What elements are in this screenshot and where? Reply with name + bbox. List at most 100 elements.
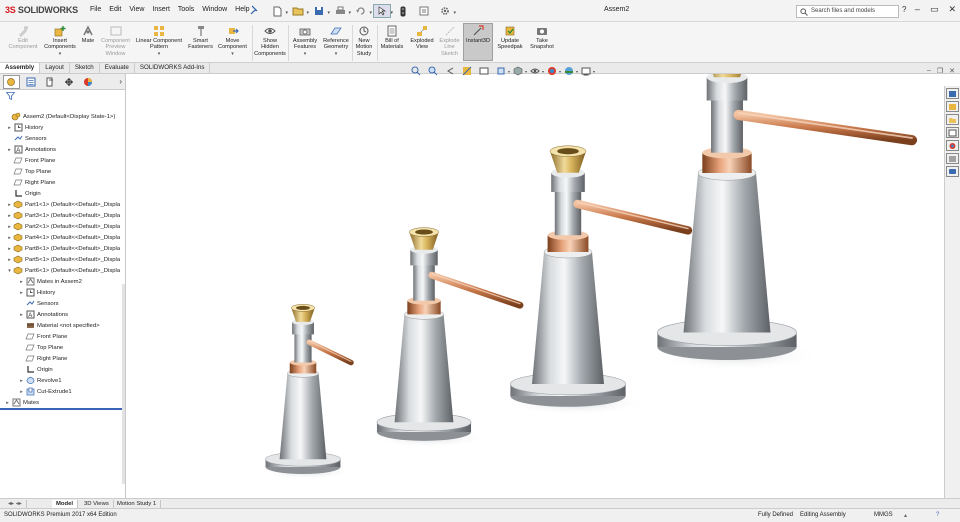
minimize-icon[interactable]: – (915, 4, 920, 15)
new-document-icon[interactable]: ▾ (268, 4, 288, 18)
take-snapshot-button[interactable]: Take Snapshot (527, 24, 557, 51)
expand-arrow-icon[interactable]: ▸ (6, 147, 13, 153)
tree-item[interactable]: ▸ Part3<1> (Default<<Default>_Displa (0, 210, 126, 221)
viewport-restore-icon[interactable]: ❐ (937, 67, 943, 75)
move-component-button[interactable]: Move Component ▾ (216, 24, 249, 57)
tree-item[interactable]: Top Plane (0, 166, 126, 177)
pin-menu-icon[interactable] (249, 5, 259, 15)
tree-item[interactable]: Right Plane (0, 177, 126, 188)
edit-component-button[interactable]: Edit Component (6, 24, 40, 51)
expand-arrow-icon[interactable]: ▸ (18, 378, 25, 384)
tree-item[interactable]: ▸ Cut-Extrude1 (0, 386, 126, 397)
display-manager-tab[interactable] (79, 75, 96, 89)
jack-model-2[interactable] (371, 227, 524, 448)
view-palette-icon[interactable] (946, 127, 959, 138)
tree-item[interactable]: ▸ History (0, 287, 126, 298)
tab-3d-views[interactable]: 3D Views (80, 500, 114, 508)
tree-item[interactable]: ▸ Part1<1> (Default<<Default>_Displa (0, 199, 126, 210)
zoom-to-fit-icon[interactable] (410, 66, 422, 76)
solidworks-resources-icon[interactable] (946, 88, 959, 99)
graphics-area[interactable] (126, 44, 944, 498)
tree-item[interactable]: ▸ Part4<1> (Default<<Default>_Displa (0, 232, 126, 243)
tree-item[interactable]: Front Plane (0, 155, 126, 166)
previous-view-icon[interactable] (444, 66, 456, 76)
menu-file[interactable]: File (90, 6, 101, 13)
file-properties-icon[interactable] (415, 4, 433, 18)
smart-fasteners-button[interactable]: Smart Fasteners (187, 24, 214, 51)
expand-arrow-icon[interactable]: ▸ (6, 224, 13, 230)
expand-arrow-icon[interactable]: ▸ (18, 290, 25, 296)
section-view-icon[interactable] (461, 66, 473, 76)
tree-item[interactable]: ▸ Revolve1 (0, 375, 126, 386)
solidworks-forum-icon[interactable] (946, 166, 959, 177)
dynamic-annotation-icon[interactable] (478, 66, 490, 76)
menu-edit[interactable]: Edit (109, 6, 121, 13)
status-units[interactable]: MMGS (874, 512, 893, 518)
property-manager-tab[interactable] (22, 75, 39, 89)
custom-properties-icon[interactable] (946, 153, 959, 164)
apply-scene-icon[interactable]: ▾ (563, 66, 578, 76)
feature-manager-tab[interactable] (3, 74, 20, 89)
jack-model-1[interactable] (260, 304, 355, 480)
design-library-icon[interactable] (946, 101, 959, 112)
tree-item[interactable]: ▸ Part8<1> (Default<<Default>_Displa (0, 243, 126, 254)
viewport-close-icon[interactable]: ✕ (949, 67, 955, 75)
expand-arrow-icon[interactable]: ▸ (6, 246, 13, 252)
view-orientation-icon[interactable]: ▾ (495, 66, 510, 76)
help-icon[interactable]: ? (902, 5, 906, 14)
tab-solidworks-add-ins[interactable]: SOLIDWORKS Add-Ins (135, 63, 211, 73)
undo-icon[interactable]: ▾ (352, 4, 372, 18)
tree-item[interactable]: Top Plane (0, 342, 126, 353)
assembly-features-button[interactable]: Assembly Features ▾ (290, 24, 320, 57)
rollback-bar[interactable] (0, 408, 124, 410)
bill-of-materials-button[interactable]: Bill of Materials (379, 24, 405, 51)
filter-icon[interactable] (0, 90, 125, 101)
expand-arrow-icon[interactable]: ▸ (6, 125, 13, 131)
menu-insert[interactable]: Insert (152, 6, 170, 13)
tree-item[interactable]: ▸ History (0, 122, 126, 133)
search-input[interactable]: Search files and models (796, 5, 899, 18)
tree-item[interactable]: ▾ Part6<1> (Default<<Default>_Displa (0, 265, 126, 276)
tab-evaluate[interactable]: Evaluate (100, 63, 135, 73)
component-preview-window-button[interactable]: Component Preview Window (99, 24, 132, 57)
update-speedpak-button[interactable]: Update Speedpak (496, 24, 524, 51)
expand-arrow-icon[interactable]: ▸ (6, 213, 13, 219)
expand-arrow-icon[interactable]: ▸ (18, 279, 25, 285)
edit-appearance-icon[interactable]: ▾ (546, 66, 561, 76)
tree-item[interactable]: ▸ Part2<1> (Default<<Default>_Displa (0, 221, 126, 232)
tree-item[interactable]: Sensors (0, 298, 126, 309)
select-pointer-icon[interactable]: ▾ (373, 4, 393, 18)
open-folder-icon[interactable]: ▾ (289, 4, 309, 18)
view-settings-icon[interactable]: ▾ (580, 66, 595, 76)
collapse-arrow-icon[interactable]: ▾ (6, 268, 13, 274)
restore-icon[interactable]: ▭ (930, 4, 939, 15)
tree-item[interactable]: Assem2 (Default<Display State-1>) (0, 111, 126, 122)
tree-item[interactable]: Origin (0, 364, 126, 375)
file-explorer-icon[interactable] (946, 114, 959, 125)
insert-components-button[interactable]: Insert Components ▾ (42, 24, 78, 57)
tree-item[interactable]: Sensors (0, 133, 126, 144)
print-icon[interactable]: ▾ (331, 4, 351, 18)
instant3d-button[interactable]: Instant3D (463, 23, 493, 61)
tab-sketch[interactable]: Sketch (70, 63, 100, 73)
tree-item[interactable]: Right Plane (0, 353, 126, 364)
expand-arrow-icon[interactable]: ▸ (4, 400, 11, 406)
solidworks-logo[interactable]: 3S SOLIDWORKS (5, 5, 78, 15)
configuration-manager-tab[interactable] (41, 75, 58, 89)
menu-help[interactable]: Help (235, 6, 249, 13)
tree-item[interactable]: ▸ A Annotations (0, 309, 126, 320)
tab-motion-study-1[interactable]: Motion Study 1 (113, 500, 162, 508)
tree-item[interactable]: Origin (0, 188, 126, 199)
exploded-view-button[interactable]: Exploded View (407, 24, 437, 51)
dimxpert-manager-tab[interactable] (60, 75, 77, 89)
collapse-panel-icon[interactable]: › (119, 77, 122, 86)
appearances-icon[interactable] (946, 140, 959, 151)
jack-model-3[interactable] (503, 145, 693, 416)
reference-geometry-button[interactable]: Reference Geometry ▾ (321, 24, 351, 57)
tree-item[interactable]: ▸ A Annotations (0, 144, 126, 155)
menu-view[interactable]: View (129, 6, 144, 13)
options-gear-icon[interactable]: ▾ (436, 4, 456, 18)
menu-tools[interactable]: Tools (178, 6, 194, 13)
expand-arrow-icon[interactable]: ▸ (18, 389, 25, 395)
tree-item[interactable]: ▸ Mates (0, 397, 126, 408)
